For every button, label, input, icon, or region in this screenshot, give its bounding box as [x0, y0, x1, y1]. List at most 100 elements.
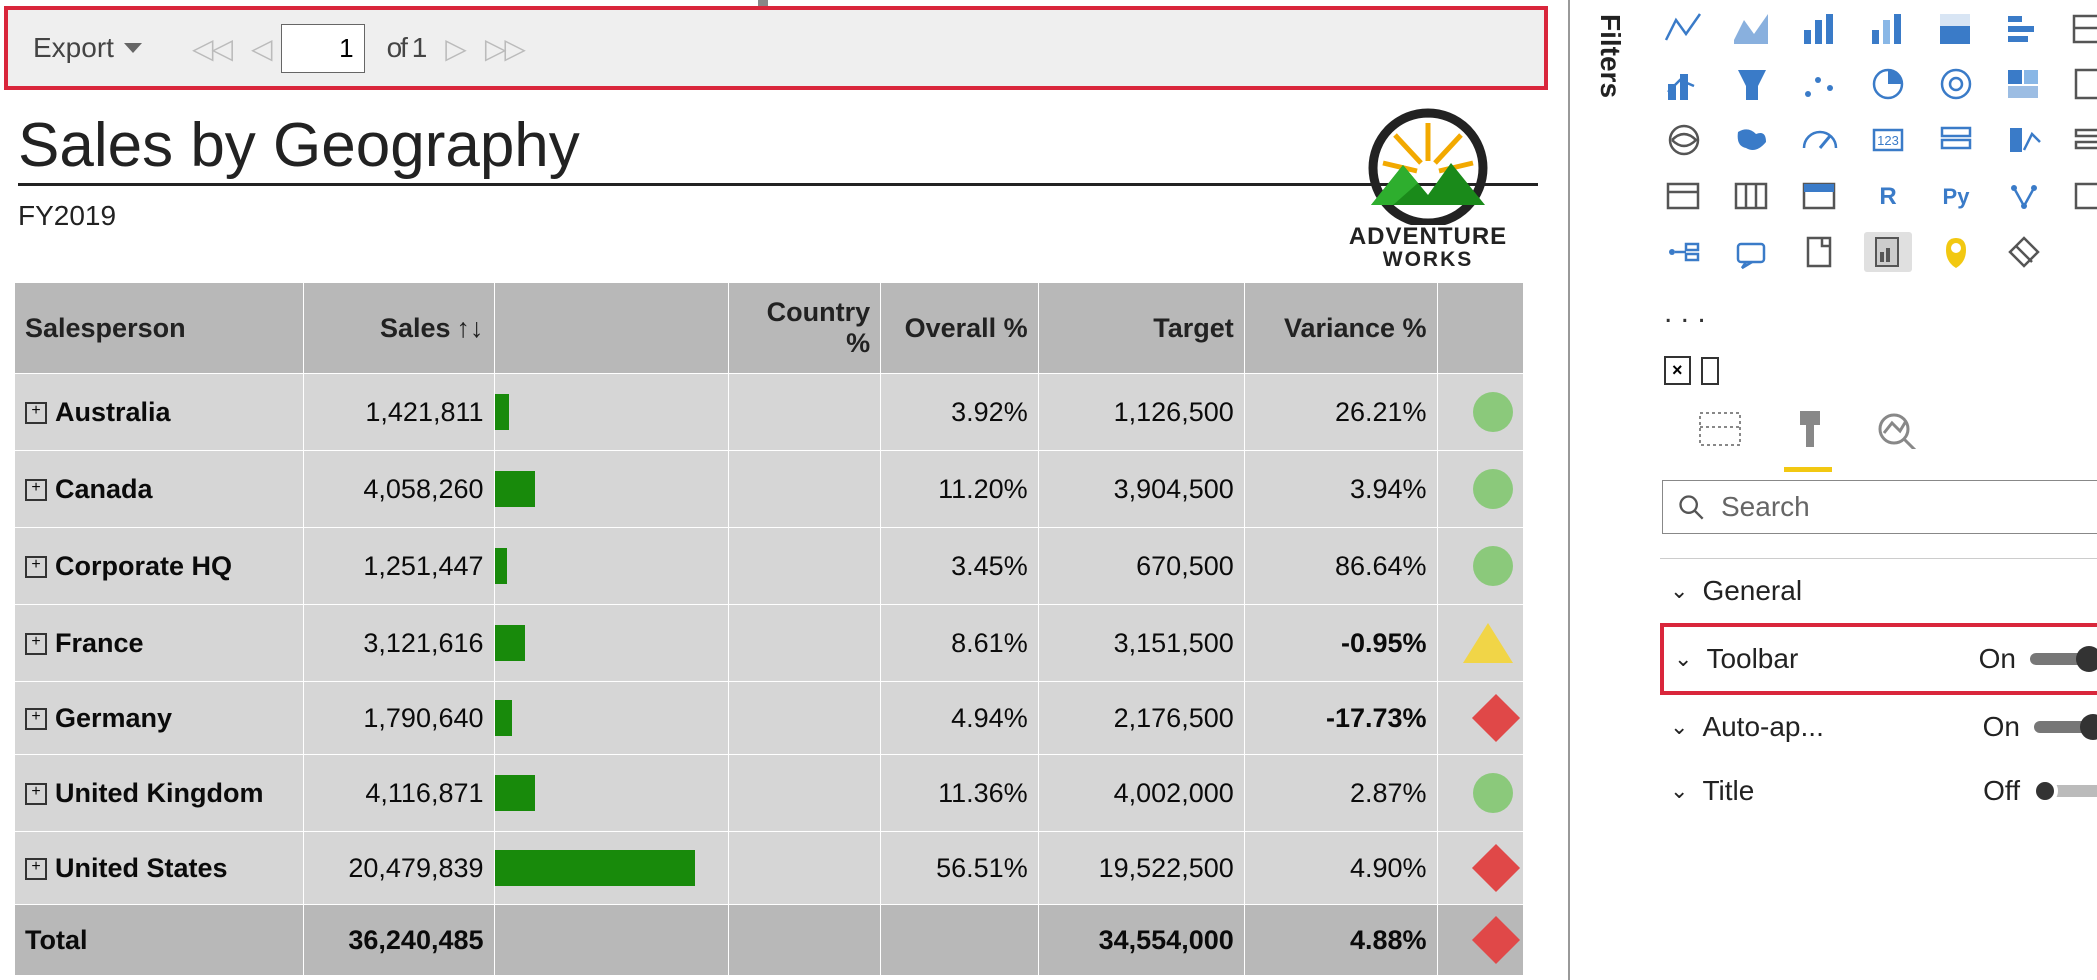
tab-analytics[interactable]	[1872, 403, 1920, 472]
expand-icon[interactable]: +	[25, 858, 47, 880]
viz-arcgis[interactable]	[1932, 232, 1980, 272]
next-page-button[interactable]: ▷	[435, 32, 475, 65]
sales-bar	[495, 625, 525, 661]
section-auto-apply[interactable]: ⌄ Auto-ap... On	[1660, 695, 2097, 759]
viz-gauge[interactable]	[1796, 120, 1844, 160]
section-title[interactable]: ⌄ Title Off	[1660, 759, 2097, 823]
table-header-row: Salesperson Sales↑↓ Country % Overall % …	[15, 283, 1524, 374]
viz-scatter[interactable]	[1796, 64, 1844, 104]
sales-bar	[495, 850, 695, 886]
svg-text:123: 123	[1877, 133, 1899, 148]
section-toolbar[interactable]: ⌄ Toolbar On	[1660, 623, 2097, 695]
total-target: 34,554,000	[1038, 905, 1244, 976]
table-row[interactable]: +France3,121,6168.61%3,151,500-0.95%	[15, 605, 1524, 682]
table-row[interactable]: +Canada4,058,26011.20%3,904,5003.94%	[15, 451, 1524, 528]
chevron-down-icon: ⌄	[1674, 646, 1692, 672]
prev-page-button[interactable]: ◁	[241, 32, 281, 65]
expand-icon[interactable]: +	[25, 633, 47, 655]
viz-matrix[interactable]	[1728, 176, 1776, 216]
kpi-good-icon	[1473, 773, 1513, 813]
viz-matrix-styled[interactable]	[1796, 176, 1844, 216]
viz-combo[interactable]	[1660, 64, 1708, 104]
last-page-button[interactable]: ▷▷	[475, 32, 534, 65]
col-country-pct[interactable]: Country %	[728, 283, 881, 374]
expand-icon[interactable]: +	[25, 708, 47, 730]
viz-table2[interactable]	[1660, 176, 1708, 216]
selection-handle[interactable]	[758, 0, 768, 6]
viz-clustered-bar[interactable]	[1796, 8, 1844, 48]
viz-pie[interactable]	[1864, 64, 1912, 104]
viz-100stacked[interactable]	[1932, 8, 1980, 48]
toolbar-toggle[interactable]	[2030, 653, 2097, 665]
autoapply-toggle[interactable]	[2034, 721, 2097, 733]
sales-bar	[495, 471, 535, 507]
viz-kpi[interactable]	[2000, 120, 2048, 160]
pager: ◁◁ ◁ of 1 ▷ ▷▷	[182, 24, 534, 73]
visual-placeholder-icon	[1701, 357, 1719, 385]
search-placeholder: Search	[1721, 491, 1810, 523]
sort-icon: ↑↓	[451, 313, 484, 343]
viz-python[interactable]: Py	[1932, 176, 1980, 216]
delete-visual-icon[interactable]	[1664, 356, 1691, 385]
format-search[interactable]: Search	[1662, 480, 2097, 534]
page-input[interactable]	[281, 24, 365, 73]
viz-r-script[interactable]: R	[1864, 176, 1912, 216]
chevron-down-icon: ⌄	[1670, 778, 1688, 804]
col-sales[interactable]: Sales↑↓	[303, 283, 494, 374]
first-page-button[interactable]: ◁◁	[182, 32, 241, 65]
table-row[interactable]: +United States20,479,83956.51%19,522,500…	[15, 832, 1524, 905]
chevron-down-icon: ⌄	[1670, 578, 1688, 604]
viz-treemap[interactable]	[2000, 64, 2048, 104]
viz-key-influencers[interactable]	[2000, 176, 2048, 216]
viz-qna[interactable]	[1728, 232, 1776, 272]
col-salesperson[interactable]: Salesperson	[15, 283, 304, 374]
filters-pane-collapsed[interactable]: Filters	[1568, 0, 1650, 980]
table-total-row: Total 36,240,485 34,554,000 4.88%	[15, 905, 1524, 976]
viz-stacked-bar[interactable]	[1864, 8, 1912, 48]
expand-icon[interactable]: +	[25, 556, 47, 578]
expand-icon[interactable]: +	[25, 783, 47, 805]
viz-multirow-card[interactable]	[1932, 120, 1980, 160]
expand-icon[interactable]: +	[25, 402, 47, 424]
table-row[interactable]: +Corporate HQ1,251,4473.45%670,50086.64%	[15, 528, 1524, 605]
col-variance-pct[interactable]: Variance %	[1244, 283, 1437, 374]
sales-bar	[495, 548, 507, 584]
more-visuals-button[interactable]: . . .	[1660, 290, 2097, 348]
viz-blank[interactable]	[2068, 64, 2097, 104]
viz-power-apps[interactable]	[2000, 232, 2048, 272]
viz-hbar[interactable]	[2000, 8, 2048, 48]
title-toggle[interactable]	[2034, 785, 2097, 797]
viz-globe-icon[interactable]	[1660, 120, 1708, 160]
viz-area[interactable]	[1728, 8, 1776, 48]
viz-table[interactable]	[2068, 8, 2097, 48]
report-title: Sales by Geography	[18, 110, 1538, 186]
viz-card[interactable]: 123	[1864, 120, 1912, 160]
logo-text-2: WORKS	[1349, 249, 1507, 270]
tab-format[interactable]	[1784, 403, 1832, 472]
col-overall-pct[interactable]: Overall %	[881, 283, 1039, 374]
expand-icon[interactable]: +	[25, 479, 47, 501]
col-bar	[494, 283, 728, 374]
viz-decomposition-tree[interactable]	[1660, 232, 1708, 272]
table-row[interactable]: +United Kingdom4,116,87111.36%4,002,0002…	[15, 755, 1524, 832]
kpi-warn-icon	[1463, 623, 1513, 663]
page-of-label: of 1	[377, 32, 436, 64]
table-row[interactable]: +Australia1,421,8113.92%1,126,50026.21%	[15, 374, 1524, 451]
section-general[interactable]: ⌄ General	[1660, 559, 2097, 623]
viz-smart-narrative[interactable]	[1796, 232, 1844, 272]
pane-tabs	[1696, 403, 2097, 472]
export-button[interactable]: Export	[33, 32, 142, 64]
viz-slicer[interactable]	[2068, 120, 2097, 160]
viz-shape-map[interactable]	[1728, 120, 1776, 160]
viz-line[interactable]	[1660, 8, 1708, 48]
table-row[interactable]: +Germany1,790,6404.94%2,176,500-17.73%	[15, 682, 1524, 755]
tab-fields[interactable]	[1696, 403, 1744, 472]
viz-paginated-report[interactable]	[1864, 232, 1912, 272]
visual-gallery: 123 R Py	[1660, 8, 2097, 272]
chevron-down-icon	[124, 43, 142, 53]
viz-decomp[interactable]	[2068, 176, 2097, 216]
viz-donut[interactable]	[1932, 64, 1980, 104]
viz-funnel[interactable]	[1728, 64, 1776, 104]
col-target[interactable]: Target	[1038, 283, 1244, 374]
kpi-good-icon	[1473, 469, 1513, 509]
